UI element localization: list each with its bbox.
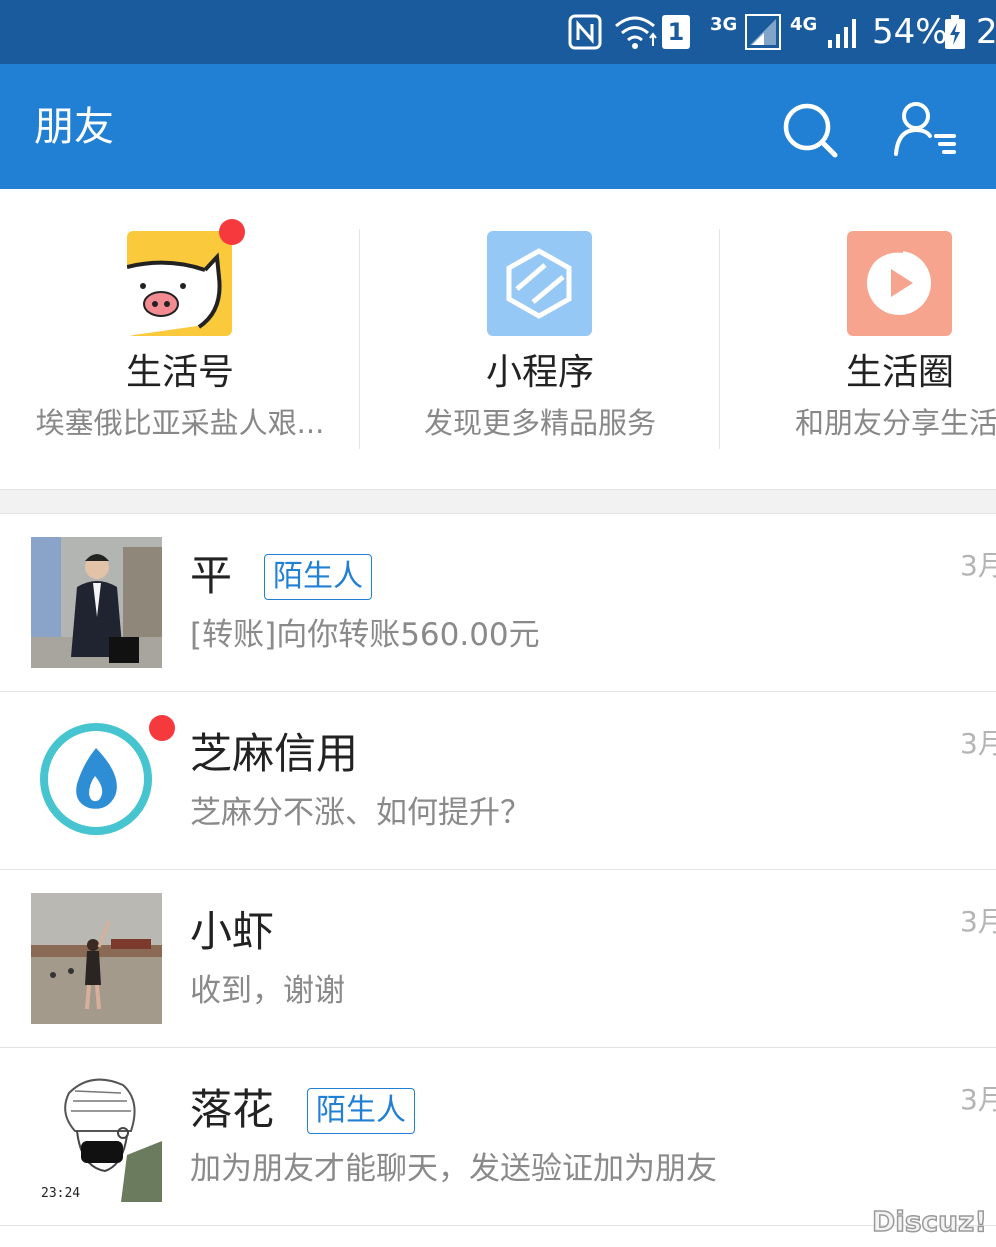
mini-program-icon	[487, 231, 592, 336]
contacts-list-icon[interactable]	[892, 100, 962, 160]
shortcut-subtitle: 和朋友分享生活	[795, 406, 996, 440]
notification-dot	[149, 715, 175, 741]
stranger-tag: 陌生人	[264, 554, 372, 600]
shortcut-mini-program[interactable]: 小程序 发现更多精品服务	[360, 189, 720, 489]
message-preview: 加为朋友才能聊天，发送验证加为朋友	[190, 1151, 717, 1187]
nfc-icon	[568, 0, 602, 64]
sim-icon: 1	[662, 0, 690, 64]
list-item[interactable]: 23:24 落花 陌生人 加为朋友才能聊天，发送验证加为朋友 3月	[0, 1048, 996, 1226]
list-item[interactable]: 小虾 收到，谢谢 3月	[0, 870, 996, 1048]
contact-name: 平	[190, 551, 233, 600]
search-icon[interactable]	[780, 100, 840, 160]
clock: 2	[976, 12, 996, 52]
shortcut-title: 生活圈	[845, 352, 954, 393]
message-date: 3月	[960, 1083, 996, 1116]
shortcut-subtitle: 发现更多精品服务	[423, 406, 656, 440]
app-header: 朋友	[0, 64, 996, 189]
battery-percent: 54%	[872, 12, 948, 52]
wifi-icon	[612, 0, 658, 64]
shortcut-life-account[interactable]: 生活号 埃塞俄比亚采盐人艰...	[0, 189, 360, 489]
message-date: 3月	[960, 727, 996, 760]
avatar	[31, 537, 162, 668]
list-item[interactable]: 平 陌生人 [转账]向你转账560.00元 3月	[0, 514, 996, 692]
battery-charging-icon	[944, 0, 966, 64]
shortcut-title: 小程序	[485, 352, 594, 393]
signal-3g-icon	[744, 0, 782, 64]
shortcut-subtitle: 埃塞俄比亚采盐人艰...	[35, 406, 325, 440]
stranger-tag: 陌生人	[307, 1088, 415, 1134]
shortcut-title: 生活号	[125, 352, 234, 393]
avatar	[31, 893, 162, 1024]
message-date: 3月	[960, 905, 996, 938]
avatar-caption: 23:24	[41, 1186, 80, 1201]
sim-badge: 1	[662, 15, 690, 49]
list-item[interactable]: 芝麻信用 芝麻分不涨、如何提升？ 3月	[0, 692, 996, 870]
network-4g-label: 4G	[790, 14, 818, 35]
notification-dot	[219, 219, 245, 245]
avatar: 23:24	[31, 1071, 162, 1202]
watermark: Discuz!	[871, 1204, 988, 1239]
pig-life-account-icon	[126, 231, 232, 336]
sesame-credit-logo	[37, 720, 155, 838]
message-preview: [转账]向你转账560.00元	[190, 617, 540, 653]
signal-4g-icon	[826, 0, 862, 64]
network-3g-label: 3G	[710, 14, 738, 35]
shortcut-life-circle[interactable]: 生活圈 和朋友分享生活	[720, 189, 996, 489]
contact-name: 芝麻信用	[190, 729, 359, 778]
message-preview: 芝麻分不涨、如何提升？	[190, 795, 531, 831]
shortcut-grid: 生活号 埃塞俄比亚采盐人艰... 小程序 发现更多精品服务 生活圈 和朋友分享生…	[0, 189, 996, 489]
contact-name: 小虾	[190, 907, 275, 956]
section-gap	[0, 489, 996, 514]
life-circle-icon	[847, 231, 952, 336]
message-preview: 收到，谢谢	[190, 973, 345, 1009]
contact-name: 落花	[190, 1085, 275, 1134]
status-bar: 1 3G 4G 54% 2	[0, 0, 996, 64]
page-title: 朋友	[34, 104, 114, 150]
message-date: 3月	[960, 549, 996, 582]
divider	[0, 1225, 996, 1226]
